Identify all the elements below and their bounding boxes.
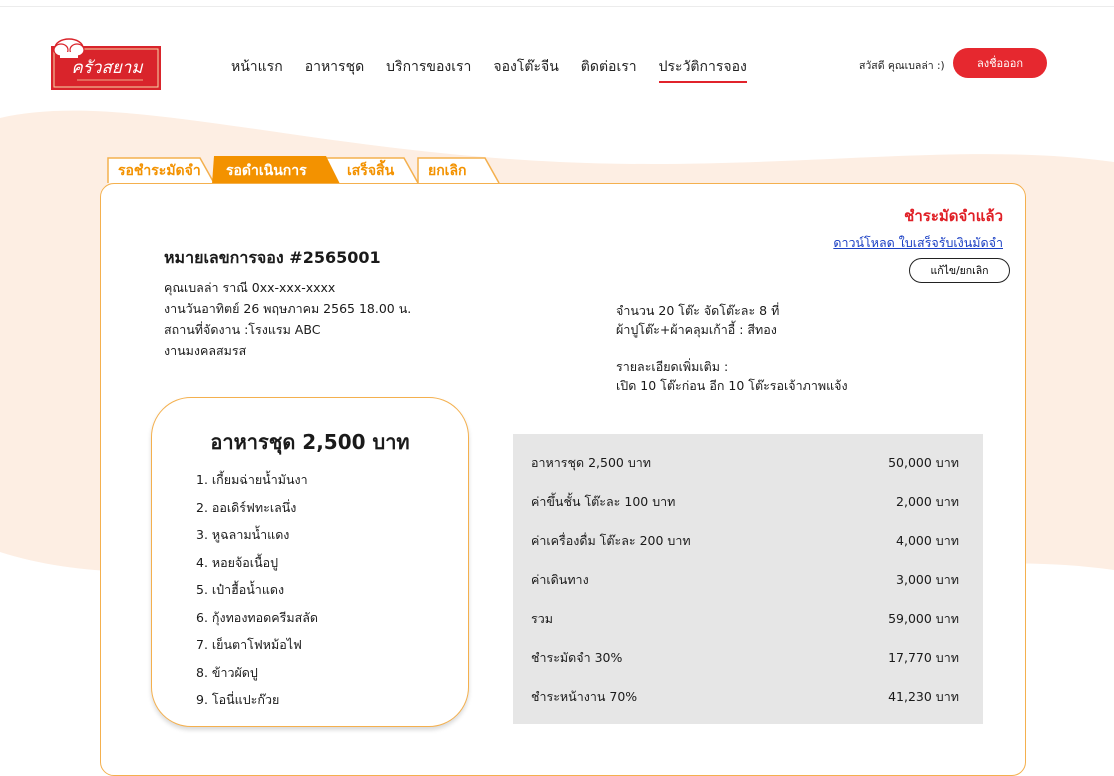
event-date: งานวันอาทิตย์ 26 พฤษภาคม 2565 18.00 น. — [164, 301, 412, 316]
cost-label: อาหารชุด 2,500 บาท — [531, 455, 652, 470]
cost-amount: 17,770 บาท — [888, 650, 959, 665]
cost-row: ชำระหน้างาน 70% 41,230 บาท — [531, 687, 959, 707]
event-type: งานมงคลสมรส — [164, 343, 247, 358]
cost-row: รวม 59,000 บาท — [531, 609, 959, 629]
menu-item: 7. เย็นตาโฟหม้อไฟ — [196, 637, 302, 652]
tab-completed[interactable]: เสร็จสิ้น — [347, 160, 394, 182]
payment-status: ชำระมัดจำแล้ว — [904, 207, 1003, 225]
menu-item: 3. หูฉลามน้ำแดง — [196, 527, 290, 542]
customer-info: คุณเบลล่า ราณี 0xx-xxx-xxxx — [164, 280, 336, 295]
more-details-title: รายละเอียดเพิ่มเติม : — [616, 359, 729, 374]
cost-amount: 50,000 บาท — [888, 455, 959, 470]
set-menu-title: อาหารชุด 2,500 บาท — [210, 430, 410, 454]
download-receipt-link[interactable]: ดาวน์โหลด ใบเสร็จรับเงินมัดจำ — [833, 233, 1003, 253]
cost-label: ค่าเดินทาง — [531, 572, 589, 587]
tab-cancelled[interactable]: ยกเลิก — [428, 160, 467, 182]
menu-item: 2. ออเดิร์ฟทะเลนึ่ง — [196, 499, 297, 515]
menu-item: 4. หอยจ้อเนื้อปู — [196, 554, 279, 570]
menu-item: 6. กุ้งทองทอดครีมสลัด — [196, 609, 319, 625]
menu-item: 5. เป๋าฮื้อน้ำแดง — [196, 582, 285, 597]
cost-label: ค่าเครื่องดื่ม โต๊ะละ 200 บาท — [531, 533, 691, 548]
cost-label: ค่าขึ้นชั้น โต๊ะละ 100 บาท — [531, 494, 676, 509]
cost-row: ชำระมัดจำ 30% 17,770 บาท — [531, 648, 959, 668]
venue: สถานที่จัดงาน :โรงแรม ABC — [164, 322, 321, 337]
booking-card: ชำระมัดจำแล้ว ดาวน์โหลด ใบเสร็จรับเงินมั… — [100, 183, 1026, 776]
menu-item: 1. เกี้ยมฉ่ายน้ำมันงา — [196, 472, 308, 487]
cost-label: ชำระมัดจำ 30% — [531, 650, 623, 665]
cost-amount: 3,000 บาท — [896, 572, 959, 587]
cost-amount: 2,000 บาท — [896, 494, 959, 509]
menu-item: 8. ข้าวผัดปู — [196, 664, 258, 680]
cost-row: ค่าเครื่องดื่ม โต๊ะละ 200 บาท 4,000 บาท — [531, 531, 959, 551]
cost-row: อาหารชุด 2,500 บาท 50,000 บาท — [531, 453, 959, 473]
tablecloth-info: ผ้าปูโต๊ะ+ผ้าคลุมเก้าอี้ : สีทอง — [616, 322, 777, 337]
booking-number: หมายเลขการจอง #2565001 — [164, 248, 381, 267]
tab-awaiting-deposit[interactable]: รอชำระมัดจำ — [118, 160, 201, 182]
cost-label: รวม — [531, 611, 553, 626]
more-details-text: เปิด 10 โต๊ะก่อน อีก 10 โต๊ะรอเจ้าภาพแจ้… — [616, 378, 848, 393]
tab-in-progress[interactable]: รอดำเนินการ — [226, 160, 307, 182]
cost-amount: 41,230 บาท — [888, 689, 959, 704]
menu-item: 9. โอนี่แปะก๊วย — [196, 692, 280, 707]
cost-row: ค่าเดินทาง 3,000 บาท — [531, 570, 959, 590]
set-menu-card: อาหารชุด 2,500 บาท 1. เกี้ยมฉ่ายน้ำมันงา… — [151, 397, 469, 727]
table-count: จำนวน 20 โต๊ะ จัดโต๊ะละ 8 ที่ — [616, 303, 780, 318]
table-details: จำนวน 20 โต๊ะ จัดโต๊ะละ 8 ที่ ผ้าปูโต๊ะ+… — [616, 301, 848, 395]
cost-amount: 4,000 บาท — [896, 533, 959, 548]
edit-cancel-button[interactable]: แก้ไข/ยกเลิก — [909, 258, 1010, 283]
booking-info: หมายเลขการจอง #2565001 คุณเบลล่า ราณี 0x… — [164, 246, 411, 361]
cost-row: ค่าขึ้นชั้น โต๊ะละ 100 บาท 2,000 บาท — [531, 492, 959, 512]
cost-summary: อาหารชุด 2,500 บาท 50,000 บาท ค่าขึ้นชั้… — [513, 434, 983, 724]
cost-amount: 59,000 บาท — [888, 611, 959, 626]
cost-label: ชำระหน้างาน 70% — [531, 689, 638, 704]
menu-list: 1. เกี้ยมฉ่ายน้ำมันงา 2. ออเดิร์ฟทะเลนึ่… — [196, 466, 318, 714]
